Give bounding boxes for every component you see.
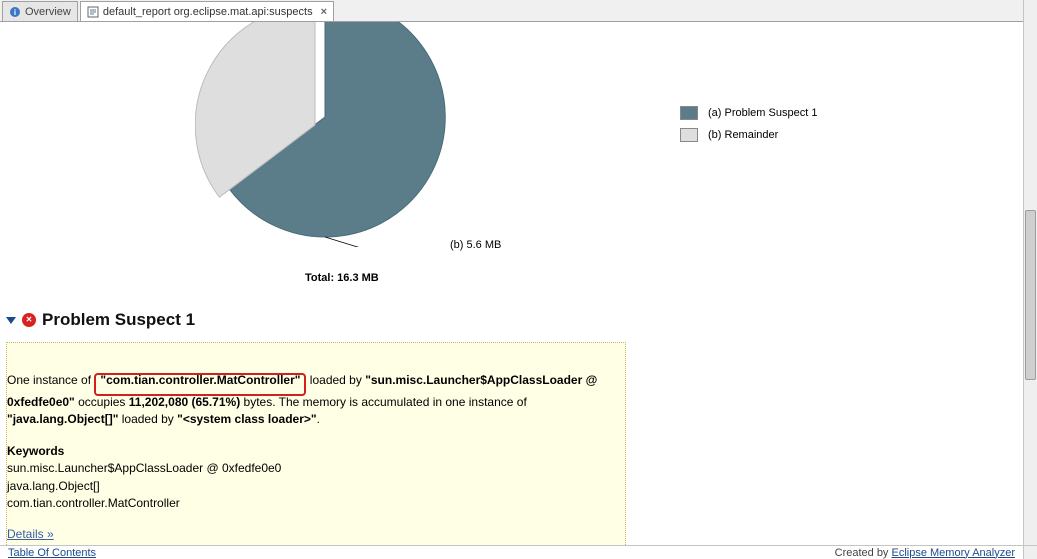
swatch-a (680, 106, 698, 120)
system-loader: "<system class loader>" (177, 412, 316, 426)
slice-b-label: (b) 5.6 MB (450, 239, 501, 251)
keyword-line: sun.misc.Launcher$AppClassLoader @ 0xfed… (7, 460, 615, 477)
error-icon (22, 313, 36, 327)
text: loaded by (306, 373, 365, 387)
object-type: "java.lang.Object[]" (7, 412, 118, 426)
text: . (317, 412, 320, 426)
bytes-value: 11,202,080 (65.71%) (129, 395, 240, 409)
svg-text:i: i (14, 8, 16, 17)
swatch-b (680, 128, 698, 142)
text: occupies (75, 395, 129, 409)
credit-text: Created by Eclipse Memory Analyzer (835, 547, 1015, 559)
details-link[interactable]: Details » (7, 526, 54, 543)
keyword-line: com.tian.controller.MatController (7, 495, 615, 512)
tab-overview[interactable]: i Overview (2, 1, 78, 21)
keywords-heading: Keywords (7, 443, 615, 460)
section-title: Problem Suspect 1 (42, 310, 195, 330)
keyword-line: java.lang.Object[] (7, 478, 615, 495)
class-name: "com.tian.controller.MatController" (100, 373, 300, 387)
legend-label: (a) Problem Suspect 1 (708, 107, 817, 119)
highlighted-class: "com.tian.controller.MatController" (94, 373, 306, 396)
pie-chart: (b) 5.6 MB Total: 16.3 MB (150, 22, 570, 282)
text: One instance of (7, 373, 94, 387)
scroll-corner (1023, 545, 1037, 559)
legend-label: (b) Remainder (708, 129, 778, 141)
report-icon (87, 6, 99, 18)
suspect-paragraph: One instance of "com.tian.controller.Mat… (7, 371, 615, 429)
vertical-scrollbar[interactable] (1023, 0, 1037, 545)
tab-report[interactable]: default_report org.eclipse.mat.api:suspe… (80, 1, 334, 21)
tab-label: Overview (25, 6, 71, 18)
pie-svg (195, 22, 455, 247)
tab-strip: i Overview default_report org.eclipse.ma… (0, 0, 1037, 22)
suspect-info-box: One instance of "com.tian.controller.Mat… (6, 342, 626, 545)
text: Created by (835, 547, 892, 559)
toc-link[interactable]: Table Of Contents (8, 547, 96, 559)
text: bytes. The memory is accumulated in one … (240, 395, 527, 409)
section-header[interactable]: Problem Suspect 1 (6, 310, 195, 330)
text: loaded by (118, 412, 177, 426)
report-content: (b) 5.6 MB Total: 16.3 MB (a) Problem Su… (0, 22, 1023, 545)
collapse-icon[interactable] (6, 317, 16, 324)
close-icon[interactable]: × (321, 6, 327, 18)
credit-link[interactable]: Eclipse Memory Analyzer (892, 547, 1016, 559)
tab-label: default_report org.eclipse.mat.api:suspe… (103, 6, 313, 18)
legend-item-a: (a) Problem Suspect 1 (680, 102, 817, 124)
legend-item-b: (b) Remainder (680, 124, 817, 146)
footer-bar: Table Of Contents Created by Eclipse Mem… (0, 545, 1023, 559)
info-icon: i (9, 6, 21, 18)
scroll-thumb[interactable] (1025, 210, 1036, 380)
pie-total-label: Total: 16.3 MB (305, 272, 379, 284)
chart-legend: (a) Problem Suspect 1 (b) Remainder (680, 102, 817, 146)
editor-viewport: i Overview default_report org.eclipse.ma… (0, 0, 1037, 559)
